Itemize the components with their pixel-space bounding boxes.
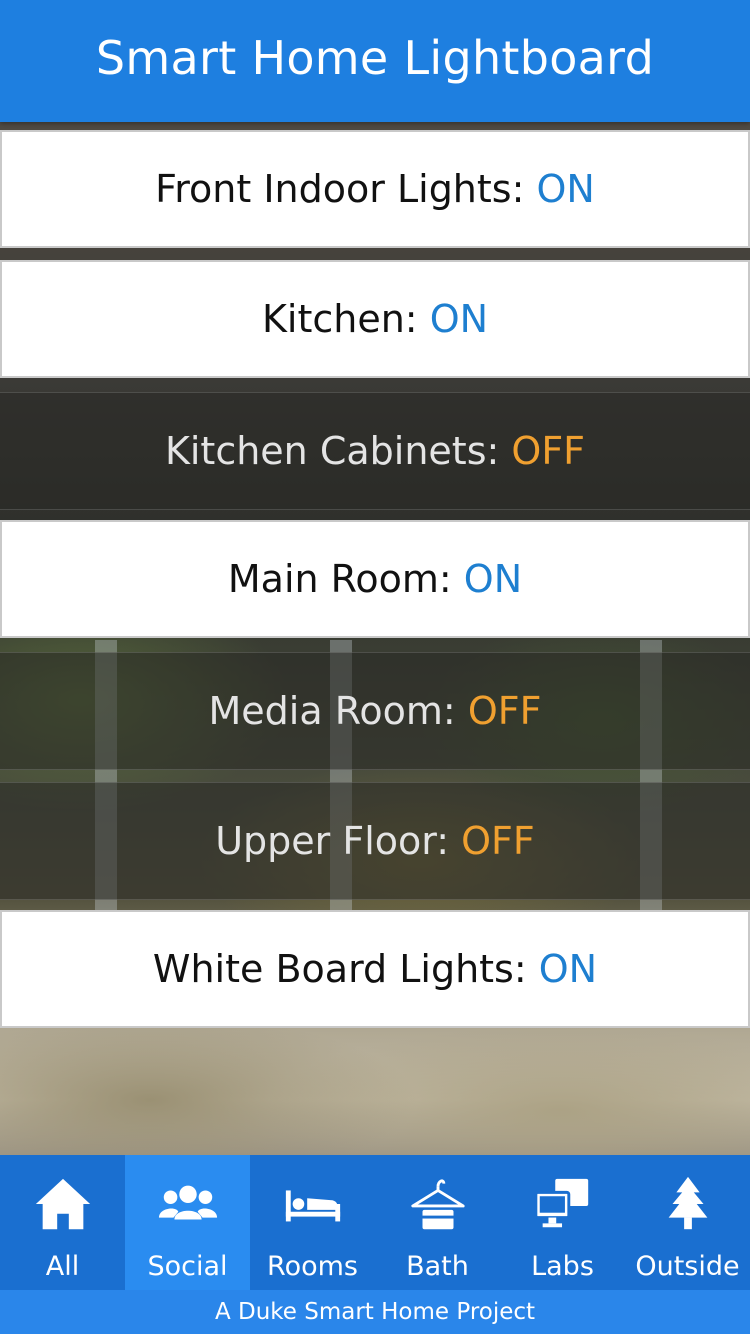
light-toggle-kitchen[interactable]: Kitchen: ON <box>0 260 750 378</box>
light-toggle-upper-floor[interactable]: Upper Floor: OFF <box>0 782 750 900</box>
tab-label: Outside <box>635 1251 740 1282</box>
light-state: ON <box>463 557 523 601</box>
light-name: Main Room: <box>227 557 452 601</box>
bottom-tab-bar: All Social Rooms Bath Labs Outside <box>0 1155 750 1290</box>
tab-all[interactable]: All <box>0 1155 125 1290</box>
app-header: Smart Home Lightboard <box>0 0 750 122</box>
light-state: ON <box>538 947 598 991</box>
tab-label: Rooms <box>267 1251 358 1282</box>
light-name: Kitchen Cabinets: <box>164 429 500 473</box>
light-toggle-media-room[interactable]: Media Room: OFF <box>0 652 750 770</box>
tree-icon <box>668 1176 707 1230</box>
tab-labs[interactable]: Labs <box>500 1155 625 1290</box>
desktop-icon <box>533 1178 588 1228</box>
page-title: Smart Home Lightboard <box>95 31 655 85</box>
light-name: Media Room: <box>208 689 456 733</box>
light-toggle-kitchen-cabinets[interactable]: Kitchen Cabinets: OFF <box>0 392 750 510</box>
users-icon <box>158 1185 217 1220</box>
tab-label: Bath <box>406 1251 469 1282</box>
light-toggle-white-board[interactable]: White Board Lights: ON <box>0 910 750 1028</box>
light-state: OFF <box>511 429 586 473</box>
light-state: ON <box>429 297 489 341</box>
tab-label: Labs <box>531 1251 594 1282</box>
bed-icon <box>285 1190 340 1222</box>
light-name: Kitchen: <box>261 297 418 341</box>
light-state: ON <box>536 167 595 211</box>
footer: A Duke Smart Home Project <box>0 1290 750 1334</box>
home-icon <box>35 1178 90 1230</box>
footer-text: A Duke Smart Home Project <box>214 1299 536 1325</box>
light-state: OFF <box>461 819 535 863</box>
hanger-icon <box>410 1179 465 1230</box>
light-name: Upper Floor: <box>215 819 450 863</box>
tab-outside[interactable]: Outside <box>625 1155 750 1290</box>
tab-rooms[interactable]: Rooms <box>250 1155 375 1290</box>
tab-bath[interactable]: Bath <box>375 1155 500 1290</box>
tab-label: All <box>45 1251 80 1282</box>
tab-social[interactable]: Social <box>125 1155 250 1290</box>
tab-label: Social <box>147 1251 228 1282</box>
light-toggle-main-room[interactable]: Main Room: ON <box>0 520 750 638</box>
light-toggle-front-indoor[interactable]: Front Indoor Lights: ON <box>0 130 750 248</box>
light-state: OFF <box>467 689 542 733</box>
light-name: White Board Lights: <box>152 947 527 991</box>
light-name: Front Indoor Lights: <box>155 167 525 211</box>
